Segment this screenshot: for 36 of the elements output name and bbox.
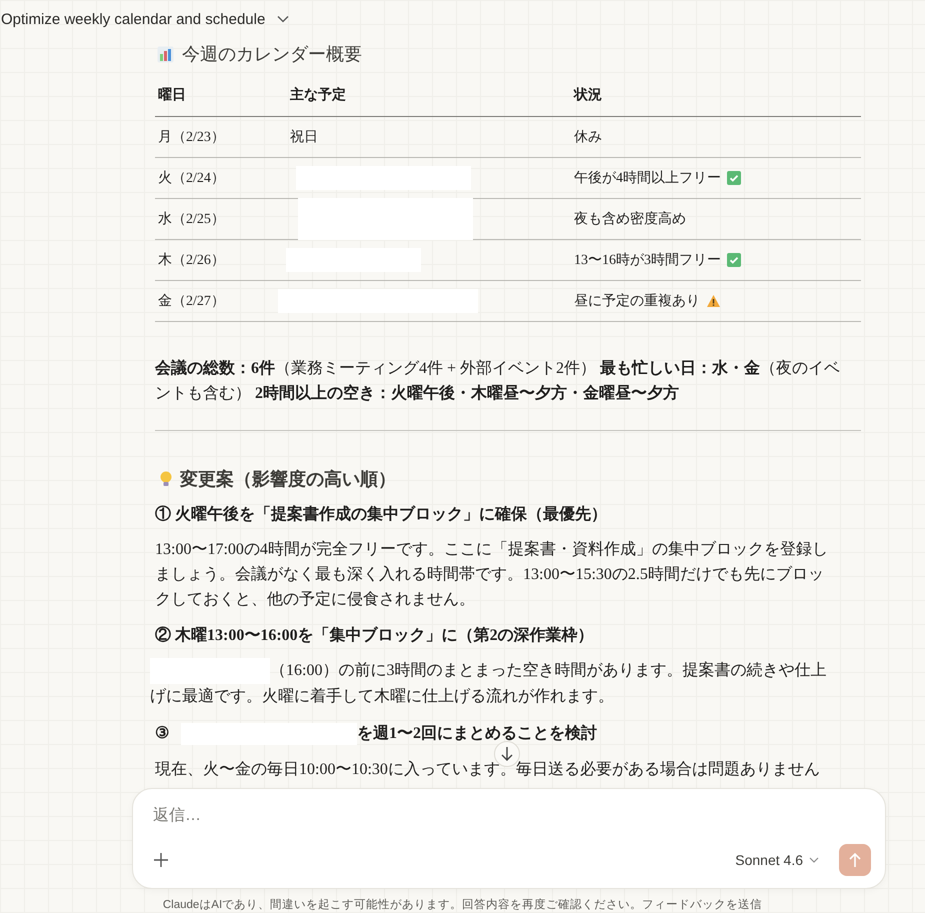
table-cell-text: 午後が4時間以上フリー — [574, 170, 721, 187]
proposal-title: ① 火曜午後を「提案書作成の集中ブロック」に確保（最優先） — [155, 505, 607, 525]
table-cell: 祝日 — [287, 117, 571, 158]
chevron-down-icon[interactable] — [277, 15, 290, 23]
table-cell-text: 休み — [574, 129, 602, 146]
warning-icon — [706, 294, 721, 308]
disclaimer-text: ClaudeはAIであり、間違いを起こす可能性があります。回答内容を再度ご確認ください。 — [162, 899, 642, 911]
light-bulb-icon — [160, 470, 172, 488]
check-icon — [727, 171, 741, 185]
bar-chart-icon — [157, 46, 174, 62]
proposal-text: 13:00〜17:00の4時間が完全フリーです。ここに「提案書・資料作成」の集中ブロックを登録しましょう。会議がなく最も深く入れる時間帯です。13:00〜15:30の2.5時間だけでも先にブロックしておくと、他の予定に侵食されません。 — [155, 539, 829, 610]
proposal-title: ② 木曜13:00〜16:00を「集中ブロック」に（第2の深作業枠） — [155, 626, 594, 646]
reply-input[interactable]: 返信… — [153, 807, 871, 825]
chevron-down-icon — [809, 857, 819, 863]
proposal-text: （16:00）の前に3時間のまとまった空き時間があります。提案書の続きや仕上げに最適です。火曜に着手して木曜に仕上げる流れが作れます。 — [150, 658, 830, 710]
section-heading: 今週のカレンダー概要 — [182, 43, 362, 66]
column-header: 曜日 — [155, 74, 287, 117]
table-cell: 月（2/23） — [155, 117, 287, 158]
proposal-text: 現在、火〜金の毎日10:00〜10:30に入っています。毎日送る必要がある場合は問題ありません — [155, 760, 821, 780]
table-cell: 昼に予定の重複あり — [574, 292, 700, 310]
up-arrow-icon — [848, 852, 862, 868]
table-cell: 水（2/25） — [155, 199, 287, 240]
plus-icon[interactable] — [153, 852, 169, 868]
check-icon — [727, 253, 741, 267]
summary-paragraph: 会議の総数：6件（業務ミーティング4件 + 外部イベント2件） 最も忙しい日：水・金（夜のイベントも含む） 2時間以上の空き：火曜午後・木曜昼〜夕方・金曜昼〜夕方 — [155, 358, 842, 404]
model-selector[interactable]: Sonnet 4.6 — [727, 852, 827, 868]
feedback-link[interactable]: フィードバックを送信 — [642, 899, 762, 911]
section-heading: 変更案（影響度の高い順） — [180, 468, 396, 491]
table-cell: 夜も含め密度高め — [574, 210, 686, 228]
down-arrow-icon — [500, 746, 514, 762]
column-header: 状況 — [571, 74, 861, 117]
table-cell-text: 13〜16時が3時間フリー — [574, 252, 721, 269]
table-cell: 火（2/24） — [155, 158, 287, 199]
chat-title[interactable]: Optimize weekly calendar and schedule — [1, 10, 266, 28]
proposal-title: ③ を週1〜2回にまとめることを検討 — [155, 723, 597, 746]
column-header: 主な予定 — [287, 74, 571, 117]
